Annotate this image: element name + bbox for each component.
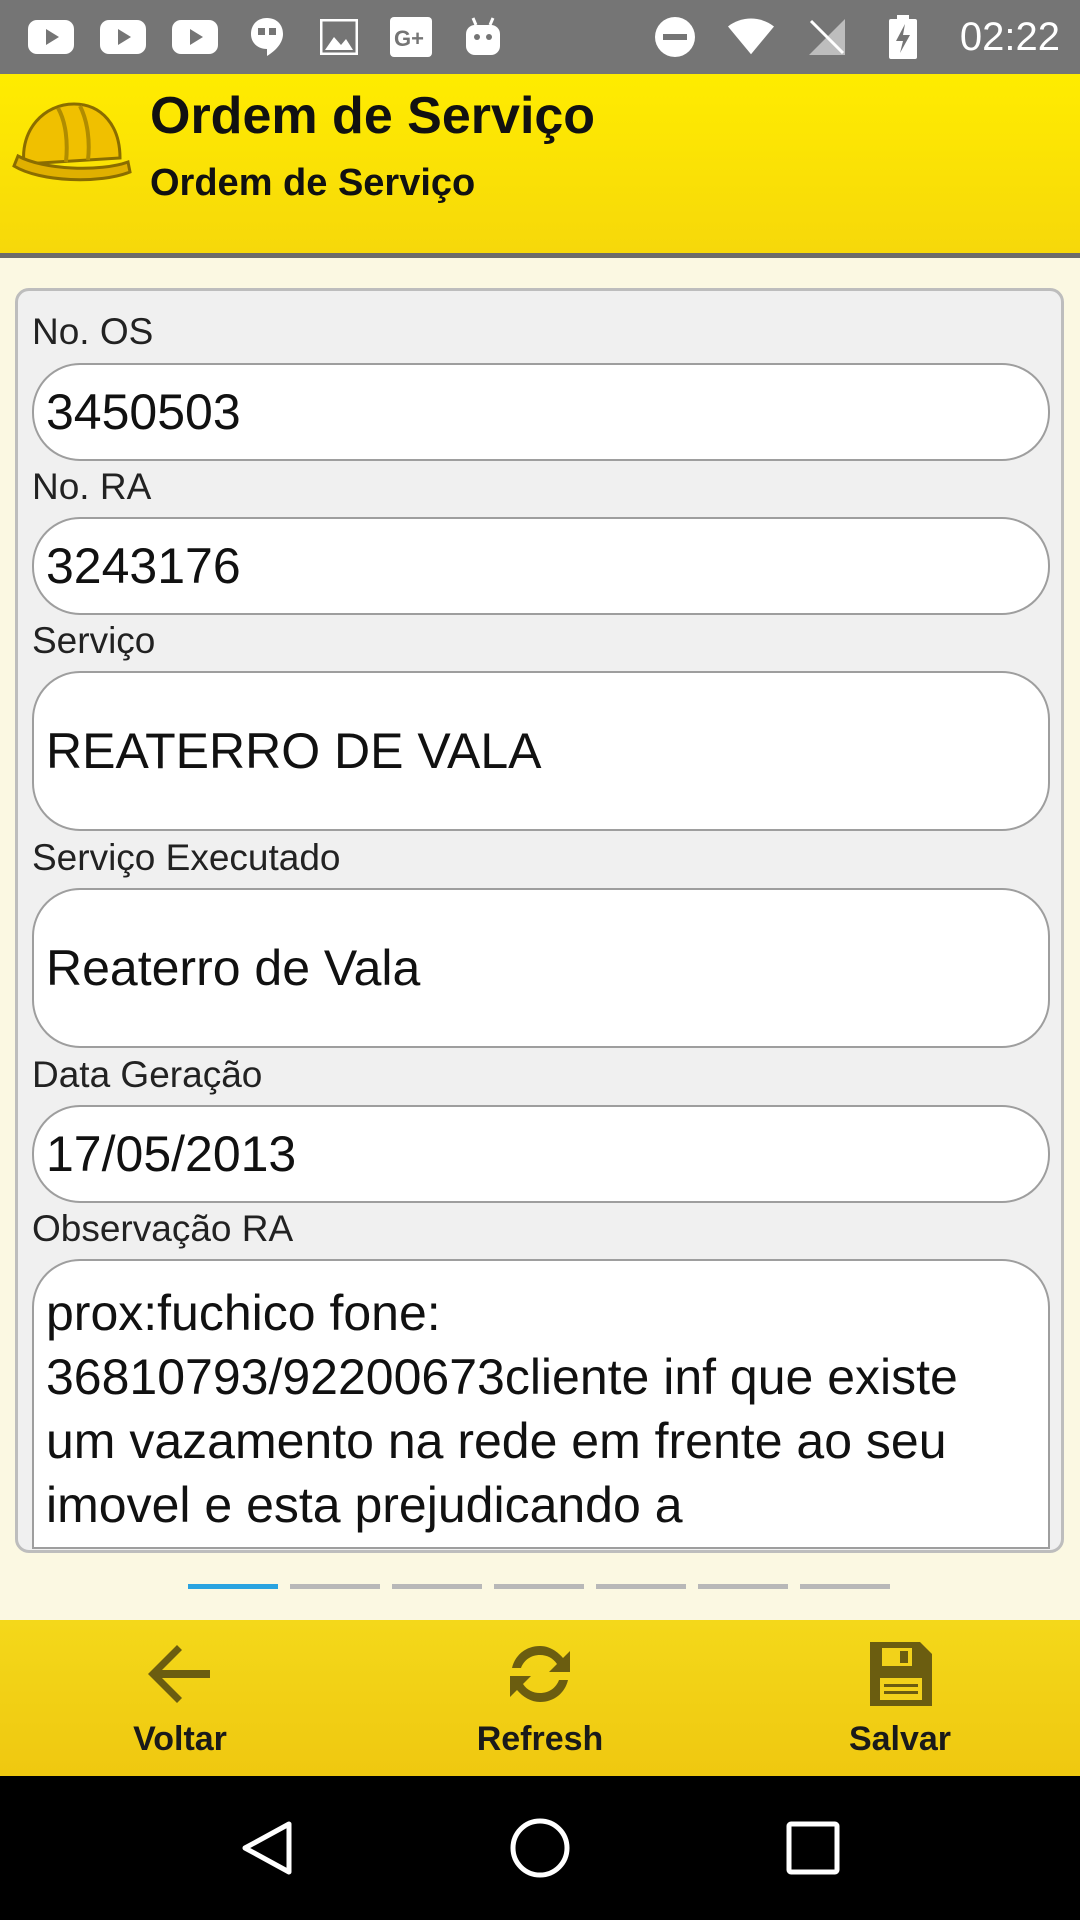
system-icons: 02:22	[652, 15, 1060, 60]
hangouts-icon	[244, 17, 290, 57]
image-icon	[316, 17, 362, 57]
action-bar: Voltar Refresh Salvar	[0, 1620, 1080, 1776]
page-title: Ordem de Serviço	[150, 87, 596, 145]
battery-charging-icon	[880, 15, 926, 59]
do-not-disturb-icon	[652, 17, 698, 57]
floppy-disk-icon	[870, 1642, 932, 1706]
recents-square-icon	[786, 1821, 840, 1875]
back-triangle-icon	[242, 1821, 292, 1875]
notification-icons: G+	[28, 17, 652, 57]
android-icon	[460, 17, 506, 57]
wifi-icon	[727, 17, 774, 57]
page-indicator-segment	[800, 1584, 890, 1589]
servico-executado-field[interactable]: Reaterro de Vala	[32, 888, 1050, 1048]
refresh-button[interactable]: Refresh	[360, 1620, 720, 1776]
youtube-icon	[172, 17, 218, 57]
page-indicator-segment	[596, 1584, 686, 1589]
home-circle-icon	[510, 1818, 570, 1878]
servico-label: Serviço	[32, 620, 156, 661]
app-header: Ordem de Serviço Ordem de Serviço	[0, 74, 1080, 258]
youtube-icon	[28, 17, 74, 57]
os-field[interactable]: 3450503	[32, 363, 1050, 461]
back-button[interactable]: Voltar	[0, 1620, 360, 1776]
recents-nav-button[interactable]	[763, 1798, 863, 1898]
observacao-ra-field[interactable]: prox:fuchico fone: 36810793/92200673clie…	[32, 1259, 1050, 1549]
save-button[interactable]: Salvar	[720, 1620, 1080, 1776]
page-subtitle: Ordem de Serviço	[150, 162, 476, 204]
clock: 02:22	[959, 14, 1060, 59]
refresh-button-label: Refresh	[476, 1720, 604, 1758]
navigation-bar	[0, 1776, 1080, 1920]
google-plus-icon: G+	[388, 17, 434, 57]
refresh-icon	[510, 1646, 570, 1702]
ra-label: No. RA	[32, 466, 152, 507]
svg-text:G+: G+	[394, 26, 424, 51]
form-card: No. OS 3450503 No. RA 3243176 Serviço RE…	[15, 288, 1064, 1553]
page-indicator	[188, 1584, 890, 1589]
back-nav-button[interactable]	[217, 1798, 317, 1898]
page-indicator-segment	[290, 1584, 380, 1589]
data-geracao-label: Data Geração	[32, 1054, 263, 1095]
observacao-ra-label: Observação RA	[32, 1208, 294, 1249]
page-indicator-segment	[698, 1584, 788, 1589]
home-nav-button[interactable]	[490, 1798, 590, 1898]
back-button-label: Voltar	[133, 1720, 227, 1758]
arrow-left-icon	[148, 1645, 210, 1703]
ra-field[interactable]: 3243176	[32, 517, 1050, 615]
save-button-label: Salvar	[848, 1720, 952, 1758]
servico-field[interactable]: REATERRO DE VALA	[32, 671, 1050, 831]
page-indicator-segment	[494, 1584, 584, 1589]
os-label: No. OS	[32, 311, 154, 352]
data-geracao-field[interactable]: 17/05/2013	[32, 1105, 1050, 1203]
page-indicator-segment	[392, 1584, 482, 1589]
no-signal-icon	[804, 17, 850, 57]
servico-executado-label: Serviço Executado	[32, 837, 341, 878]
page-indicator-segment	[188, 1584, 278, 1589]
hard-hat-icon	[10, 92, 132, 192]
status-bar: G+ 02:22	[0, 0, 1080, 74]
youtube-icon	[100, 17, 146, 57]
